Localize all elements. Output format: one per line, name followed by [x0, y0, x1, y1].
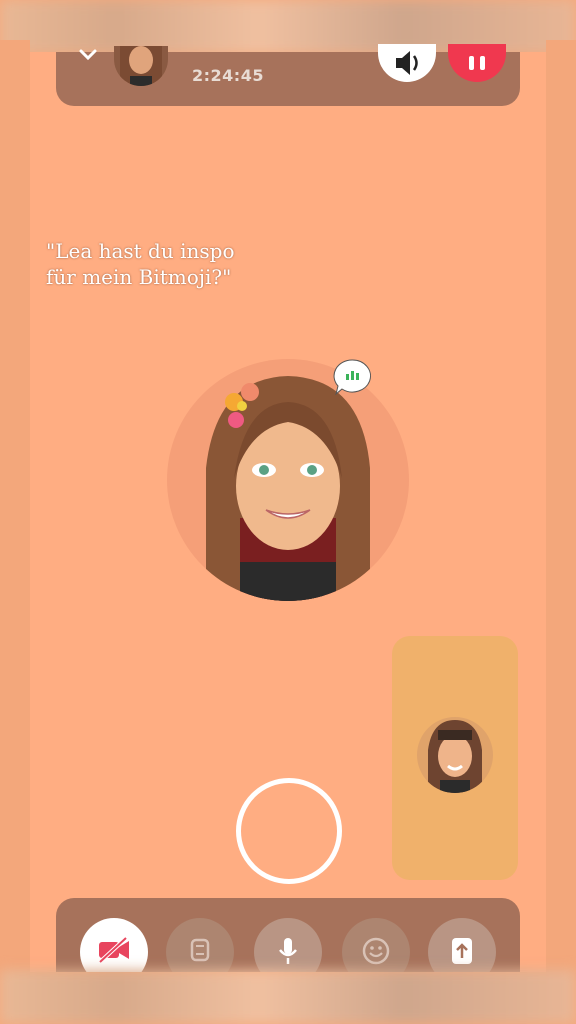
emoji-icon [362, 937, 390, 965]
flip-camera-button[interactable] [166, 918, 234, 972]
end-call-button[interactable] [448, 44, 506, 82]
call-timer: 2:24:45 [192, 66, 264, 85]
video-off-icon [98, 936, 129, 964]
remote-bitmoji-avatar [166, 358, 410, 602]
call-controls-bar [56, 898, 520, 972]
speaker-icon [396, 51, 418, 75]
blurred-bottom-edge [0, 970, 576, 1024]
left-edge [0, 40, 30, 980]
self-bitmoji-avatar [417, 717, 493, 793]
video-call-screen: 2:24:45 "Lea hast du inspo für mein Bitm… [30, 44, 546, 972]
capture-button[interactable] [236, 778, 342, 884]
speaker-button[interactable] [378, 44, 436, 82]
self-view-preview[interactable] [392, 636, 518, 880]
end-call-icon [469, 56, 485, 70]
flip-camera-icon [190, 938, 210, 962]
chevron-down-icon[interactable] [78, 48, 98, 62]
microphone-icon [279, 938, 297, 964]
overlay-quote-text: "Lea hast du inspo für mein Bitmoji?" [46, 239, 235, 289]
call-status-bar: 2:24:45 [56, 44, 520, 106]
video-toggle-button[interactable] [80, 918, 148, 972]
share-button[interactable] [428, 918, 496, 972]
right-edge [546, 40, 576, 980]
share-icon [452, 938, 472, 964]
chat-bubble-icon [333, 359, 371, 396]
microphone-button[interactable] [254, 918, 322, 972]
emoji-button[interactable] [342, 918, 410, 972]
caller-avatar [114, 46, 168, 86]
